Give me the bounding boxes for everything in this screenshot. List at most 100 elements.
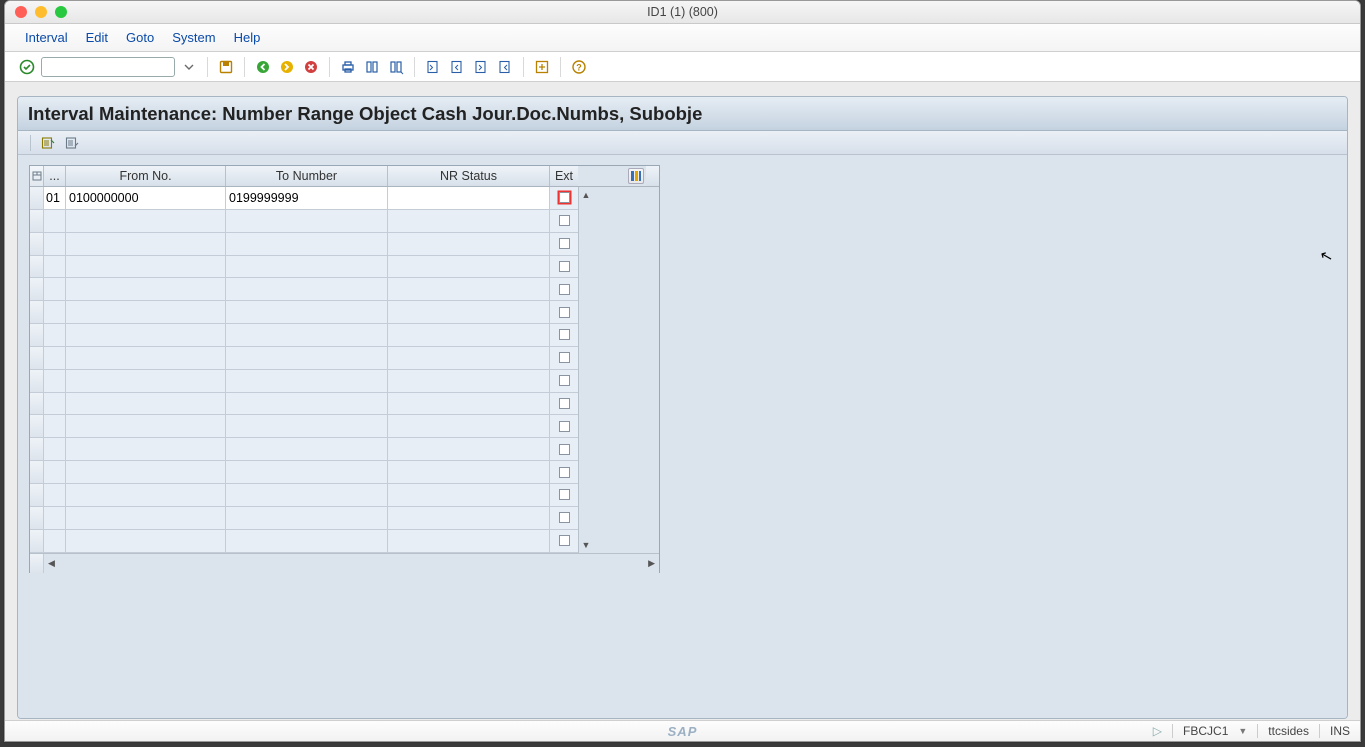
cell-from[interactable] [66, 461, 226, 483]
scroll-down-icon[interactable]: ▼ [579, 538, 593, 552]
dropdown-icon[interactable] [179, 57, 199, 77]
col-no[interactable]: ... [44, 166, 66, 186]
nrstatus-input[interactable] [388, 461, 549, 483]
cell-to[interactable] [226, 233, 388, 255]
row-selector[interactable] [30, 507, 44, 529]
from-input[interactable] [66, 233, 225, 255]
row-selector[interactable] [30, 187, 44, 209]
nrstatus-input[interactable] [388, 415, 549, 437]
exit-icon[interactable] [277, 57, 297, 77]
cell-nrstatus[interactable] [388, 415, 550, 437]
nrstatus-input[interactable] [388, 324, 549, 346]
hscroll-track[interactable]: ◀▶ [44, 558, 659, 569]
to-input[interactable] [226, 438, 387, 460]
nrstatus-input[interactable] [388, 278, 549, 300]
to-input[interactable] [226, 530, 387, 552]
menu-system[interactable]: System [172, 30, 215, 45]
from-input[interactable] [66, 324, 225, 346]
col-ext[interactable]: Ext [550, 166, 578, 186]
cell-from[interactable] [66, 484, 226, 506]
cell-ext[interactable] [550, 461, 578, 483]
cell-from[interactable] [66, 278, 226, 300]
ext-checkbox[interactable] [559, 261, 570, 272]
ext-checkbox[interactable] [559, 467, 570, 478]
menu-goto[interactable]: Goto [126, 30, 154, 45]
cell-ext[interactable] [550, 393, 578, 415]
find-next-icon[interactable] [386, 57, 406, 77]
col-nrstatus[interactable]: NR Status [388, 166, 550, 186]
cell-ext[interactable] [550, 256, 578, 278]
from-input[interactable] [66, 484, 225, 506]
cell-no[interactable] [44, 210, 66, 232]
ext-checkbox[interactable] [559, 307, 570, 318]
from-input[interactable] [66, 278, 225, 300]
to-input[interactable] [226, 393, 387, 415]
ext-checkbox[interactable] [559, 375, 570, 386]
cell-from[interactable] [66, 324, 226, 346]
row-selector[interactable] [30, 324, 44, 346]
cell-to[interactable] [226, 347, 388, 369]
cell-ext[interactable] [550, 278, 578, 300]
cell-ext[interactable] [550, 210, 578, 232]
menu-help[interactable]: Help [234, 30, 261, 45]
nrstatus-input[interactable] [388, 210, 549, 232]
cell-ext[interactable] [550, 415, 578, 437]
from-input[interactable] [66, 507, 225, 529]
cell-to[interactable] [226, 278, 388, 300]
cell-ext[interactable] [550, 324, 578, 346]
from-input[interactable] [66, 461, 225, 483]
back-icon[interactable] [253, 57, 273, 77]
from-input[interactable] [66, 210, 225, 232]
scroll-right-icon[interactable]: ▶ [648, 558, 655, 569]
horizontal-scrollbar[interactable]: ◀▶ [30, 553, 659, 573]
help-icon[interactable]: ? [569, 57, 589, 77]
cell-nrstatus[interactable] [388, 530, 550, 552]
ext-checkbox[interactable] [559, 352, 570, 363]
ext-checkbox[interactable] [559, 215, 570, 226]
cell-no[interactable] [44, 370, 66, 392]
status-expand-icon[interactable]: ▷ [1153, 724, 1162, 738]
ext-checkbox[interactable] [559, 489, 570, 500]
scroll-up-icon[interactable]: ▲ [579, 188, 593, 202]
ext-checkbox[interactable] [559, 444, 570, 455]
cell-from[interactable] [66, 210, 226, 232]
cell-no[interactable] [44, 438, 66, 460]
prev-page-icon[interactable] [447, 57, 467, 77]
table-settings-icon[interactable] [628, 168, 644, 184]
nrstatus-input[interactable] [388, 484, 549, 506]
cancel-icon[interactable] [301, 57, 321, 77]
new-session-icon[interactable] [532, 57, 552, 77]
to-input[interactable] [226, 233, 387, 255]
next-page-icon[interactable] [471, 57, 491, 77]
cell-nrstatus[interactable] [388, 210, 550, 232]
to-input[interactable] [226, 301, 387, 323]
cell-no[interactable] [44, 347, 66, 369]
row-selector[interactable] [30, 530, 44, 552]
cell-no[interactable] [44, 507, 66, 529]
cell-from[interactable] [66, 347, 226, 369]
menu-interval[interactable]: Interval [25, 30, 68, 45]
cell-no[interactable] [44, 484, 66, 506]
row-selector[interactable] [30, 461, 44, 483]
ext-checkbox[interactable] [559, 535, 570, 546]
cell-no[interactable] [44, 256, 66, 278]
cell-no[interactable] [44, 461, 66, 483]
cell-from[interactable] [66, 415, 226, 437]
from-input[interactable] [66, 415, 225, 437]
from-input[interactable] [66, 256, 225, 278]
nrstatus-input[interactable] [388, 301, 549, 323]
from-input[interactable] [66, 187, 225, 209]
scroll-left-icon[interactable]: ◀ [48, 558, 55, 569]
cell-nrstatus[interactable] [388, 461, 550, 483]
cell-to[interactable] [226, 210, 388, 232]
row-selector[interactable] [30, 438, 44, 460]
command-field[interactable] [41, 57, 175, 77]
cell-from[interactable] [66, 301, 226, 323]
ext-checkbox[interactable] [559, 398, 570, 409]
to-input[interactable] [226, 187, 387, 209]
ext-checkbox[interactable] [559, 192, 570, 203]
print-icon[interactable] [338, 57, 358, 77]
col-to[interactable]: To Number [226, 166, 388, 186]
cell-ext[interactable] [550, 484, 578, 506]
ext-checkbox[interactable] [559, 421, 570, 432]
